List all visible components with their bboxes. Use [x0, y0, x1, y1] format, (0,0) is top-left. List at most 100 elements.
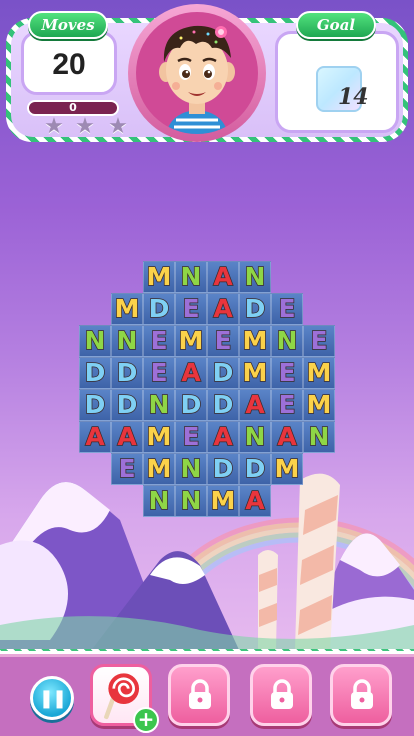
lock-icon [271, 679, 293, 709]
letter-piece-d: D [244, 293, 266, 324]
letter-piece-d: D [212, 357, 234, 388]
pause-icon: ❚❚ [38, 687, 67, 709]
letter-piece-a: A [213, 261, 234, 292]
board-cell[interactable]: E [175, 421, 207, 453]
board-cell[interactable]: N [239, 261, 271, 293]
letter-piece-d: D [148, 293, 170, 324]
moves-box: 20 [21, 31, 117, 95]
letter-piece-n: N [308, 421, 330, 452]
board-cell[interactable]: N [239, 421, 271, 453]
board-cell[interactable]: M [239, 357, 271, 389]
letter-piece-a: A [213, 421, 234, 452]
board-cell[interactable]: D [79, 357, 111, 389]
letter-piece-e: E [278, 293, 297, 324]
board-cell[interactable]: E [207, 325, 239, 357]
board-cell[interactable]: M [303, 389, 335, 421]
boy-character-icon [159, 25, 235, 134]
lollipop-booster-button[interactable]: + [90, 664, 159, 733]
board-cell[interactable]: N [303, 421, 335, 453]
letter-piece-e: E [310, 325, 329, 356]
avatar [136, 12, 258, 134]
board-cell[interactable]: M [111, 293, 143, 325]
board-cell[interactable]: A [175, 357, 207, 389]
letter-piece-e: E [278, 357, 297, 388]
letter-piece-m: M [306, 357, 332, 388]
board-cell[interactable]: E [271, 293, 303, 325]
board-cell[interactable]: N [175, 453, 207, 485]
locked-slot-1[interactable] [168, 664, 230, 726]
letter-piece-m: M [178, 325, 204, 356]
board-cell[interactable]: M [207, 485, 239, 517]
board-cell[interactable]: E [303, 325, 335, 357]
board-cell[interactable]: E [143, 325, 175, 357]
board-cell[interactable]: N [175, 485, 207, 517]
letter-piece-n: N [244, 421, 266, 452]
board-cell[interactable]: N [143, 485, 175, 517]
letter-piece-a: A [245, 389, 266, 420]
board-cell[interactable]: M [271, 453, 303, 485]
player-avatar-frame [128, 4, 266, 142]
board-cell[interactable]: D [239, 293, 271, 325]
board-cell[interactable]: D [207, 357, 239, 389]
board-cell[interactable]: D [207, 453, 239, 485]
board-cell[interactable]: A [239, 389, 271, 421]
board-cell[interactable]: A [271, 421, 303, 453]
letter-piece-a: A [213, 293, 234, 324]
letter-piece-m: M [146, 261, 172, 292]
letter-piece-d: D [212, 453, 234, 484]
board-cell[interactable]: M [143, 261, 175, 293]
board-cell[interactable]: D [111, 357, 143, 389]
board-cell[interactable]: A [79, 421, 111, 453]
board-cell[interactable]: A [207, 293, 239, 325]
letter-piece-d: D [180, 389, 202, 420]
board-cell[interactable]: D [79, 389, 111, 421]
letter-piece-e: E [278, 389, 297, 420]
lock-icon [351, 679, 373, 709]
board-cell[interactable]: N [271, 325, 303, 357]
letter-piece-a: A [117, 421, 138, 452]
letter-piece-d: D [116, 357, 138, 388]
board-cell[interactable]: D [143, 293, 175, 325]
board-cell[interactable]: D [239, 453, 271, 485]
board-cell[interactable]: E [271, 389, 303, 421]
board-cell[interactable]: D [175, 389, 207, 421]
board-cell[interactable]: E [111, 453, 143, 485]
board-cell[interactable]: D [207, 389, 239, 421]
board-cell[interactable]: A [111, 421, 143, 453]
rainbow [147, 517, 414, 641]
board-cell[interactable]: N [111, 325, 143, 357]
letter-piece-m: M [274, 453, 300, 484]
letter-piece-a: A [181, 357, 202, 388]
letter-piece-e: E [182, 421, 201, 452]
board-cell[interactable]: M [143, 421, 175, 453]
board-cell[interactable]: N [79, 325, 111, 357]
letter-piece-m: M [210, 485, 236, 516]
letter-piece-n: N [116, 325, 138, 356]
board-cell[interactable]: D [111, 389, 143, 421]
letter-piece-a: A [277, 421, 298, 452]
board-cell[interactable]: A [207, 261, 239, 293]
letter-piece-m: M [146, 453, 172, 484]
board-cell[interactable]: M [143, 453, 175, 485]
goal-box: 14 [275, 31, 399, 133]
locked-slot-2[interactable] [250, 664, 312, 726]
board-cell[interactable]: M [175, 325, 207, 357]
board-cell[interactable]: E [175, 293, 207, 325]
board-cell[interactable]: A [207, 421, 239, 453]
board-cell[interactable]: M [303, 357, 335, 389]
board-cell[interactable]: N [175, 261, 207, 293]
board-cell[interactable]: E [271, 357, 303, 389]
star-icon-3: ★ [108, 114, 128, 139]
board-cell[interactable]: E [143, 357, 175, 389]
mountain-right [300, 533, 414, 652]
board-cell[interactable]: A [239, 485, 271, 517]
add-booster-button[interactable]: + [133, 707, 159, 733]
board-cell[interactable]: N [143, 389, 175, 421]
score-value: 0 [69, 101, 77, 114]
board-cell[interactable]: M [239, 325, 271, 357]
letter-piece-n: N [276, 325, 298, 356]
letter-piece-m: M [306, 389, 332, 420]
locked-slot-3[interactable] [330, 664, 392, 726]
letter-piece-n: N [148, 485, 170, 516]
pause-button[interactable]: ❚❚ [30, 676, 74, 720]
